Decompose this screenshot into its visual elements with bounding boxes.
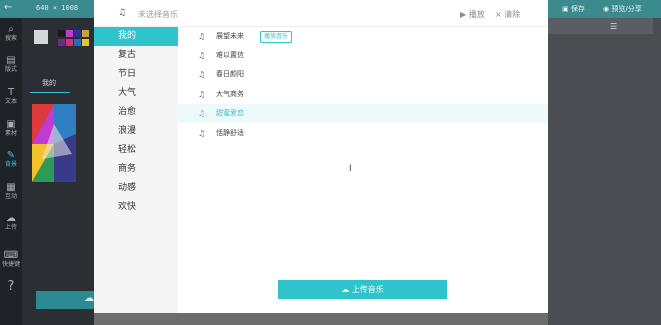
image-icon: ▣ [6, 119, 16, 130]
template-icon: ▤ [6, 55, 16, 66]
music-note-icon: ♫ [118, 8, 127, 18]
clear-button[interactable]: × 清除 [495, 9, 520, 20]
cloud-icon: ☁ [6, 213, 16, 224]
color-swatch[interactable] [74, 30, 81, 37]
play-icon: ▶ [460, 10, 469, 19]
sidebar-item-assets[interactable]: ▣ 素材 [0, 119, 22, 137]
category-item-healing[interactable]: 治愈 [94, 103, 178, 122]
music-note-icon: ♫ [198, 32, 206, 41]
save-button[interactable]: ▣ 保存 [562, 3, 585, 15]
canvas-size: 640 × 1008 [36, 4, 79, 12]
left-toolbar: ⌕ 搜索 ▤ 版式 T 文本 ▣ 素材 ✎ 背景 ▦ 互动 ☁ 上传 ⌨ 快捷键 [0, 18, 22, 325]
tab-underline [30, 92, 70, 93]
song-title: 大气商务 [216, 90, 244, 98]
save-label: 保存 [570, 5, 585, 13]
search-icon: ⌕ [8, 24, 14, 35]
properties-header [548, 18, 653, 34]
clear-label: 清除 [504, 10, 521, 19]
song-item-hovered[interactable]: ♫ 甜蜜爱恋 [178, 104, 548, 123]
close-icon: × [495, 10, 505, 19]
background-icon: ✎ [6, 150, 16, 161]
cloud-upload-icon: ☁ [84, 293, 94, 304]
color-swatch[interactable] [58, 30, 65, 37]
song-item[interactable]: ♫ 春日颜阳 [178, 65, 548, 84]
song-title: 春日颜阳 [216, 70, 244, 78]
song-title: 甜蜜爱恋 [216, 109, 244, 117]
music-dialog: ♫ 未选择音乐 ▶ 播放 × 清除 我的 复古 节日 大气 治愈 浪漫 轻松 商… [94, 0, 548, 313]
grid-icon: ▦ [6, 182, 16, 193]
color-swatch[interactable] [58, 39, 65, 46]
song-item[interactable]: ♫ 恬静舒适 [178, 124, 548, 143]
color-swatch[interactable] [66, 30, 73, 37]
sidebar-item-label: 上传 [4, 224, 17, 231]
category-item-cheerful[interactable]: 欢快 [94, 198, 178, 217]
list-icon[interactable]: ☰ [610, 22, 617, 31]
color-swatch[interactable] [82, 39, 89, 46]
music-note-icon: ♫ [198, 51, 206, 60]
song-item[interactable]: ♫ 展望未来 播放音乐 [178, 27, 548, 46]
playing-badge: 播放音乐 [260, 31, 293, 43]
category-item-dynamic[interactable]: 动感 [94, 179, 178, 198]
song-title: 恬静舒适 [216, 129, 244, 137]
music-note-icon: ♫ [198, 90, 206, 99]
preview-label: 预览/分享 [611, 5, 642, 13]
color-swatch[interactable] [66, 39, 73, 46]
upload-music-button[interactable]: ☁ 上传音乐 [278, 280, 447, 299]
song-item[interactable]: ♫ 大气商务 [178, 85, 548, 104]
color-swatch[interactable] [34, 30, 48, 44]
back-arrow-icon[interactable]: ← [4, 2, 12, 13]
category-item-relaxed[interactable]: 轻松 [94, 141, 178, 160]
properties-panel: ☰ [548, 18, 661, 325]
text-icon: T [7, 87, 15, 98]
category-list: 我的 复古 节日 大气 治愈 浪漫 轻松 商务 动感 欢快 [94, 27, 178, 313]
sidebar-item-search[interactable]: ⌕ 搜索 [0, 24, 22, 42]
sidebar-item-label: 版式 [4, 66, 17, 73]
music-note-icon: ♫ [198, 109, 206, 118]
song-item[interactable]: ♫ 难以置信 [178, 46, 548, 65]
help-button[interactable]: ? [0, 280, 22, 294]
sidebar-item-shortcuts[interactable]: ⌨ 快捷键 [0, 250, 22, 268]
song-title: 展望未来 [216, 32, 244, 40]
sidebar-item-text[interactable]: T 文本 [0, 87, 22, 105]
category-item-business[interactable]: 商务 [94, 160, 178, 179]
sidebar-item-background[interactable]: ✎ 背景 [0, 150, 22, 168]
text-cursor-icon: Ⅰ [349, 164, 352, 174]
category-item-romantic[interactable]: 浪漫 [94, 122, 178, 141]
color-swatch[interactable] [82, 30, 89, 37]
sidebar-item-label: 背景 [4, 161, 17, 168]
current-song: 未选择音乐 [138, 10, 178, 19]
upload-music-label: 上传音乐 [351, 285, 384, 294]
category-item-grand[interactable]: 大气 [94, 84, 178, 103]
music-note-icon: ♫ [198, 129, 206, 138]
sidebar-item-interact[interactable]: ▦ 互动 [0, 182, 22, 200]
save-icon: ▣ [562, 5, 571, 13]
sidebar-item-layout[interactable]: ▤ 版式 [0, 55, 22, 73]
sidebar-item-label: 搜索 [4, 35, 17, 42]
sidebar-item-upload[interactable]: ☁ 上传 [0, 213, 22, 231]
category-item-mine[interactable]: 我的 [94, 27, 178, 46]
category-item-retro[interactable]: 复古 [94, 46, 178, 65]
music-dialog-header: ♫ 未选择音乐 ▶ 播放 × 清除 [94, 0, 548, 27]
sidebar-item-label: 互动 [4, 193, 17, 200]
preview-share-button[interactable]: ◉ 预览/分享 [603, 3, 642, 15]
music-note-icon: ♫ [198, 70, 206, 79]
play-button[interactable]: ▶ 播放 [460, 9, 485, 20]
sidebar-item-label: 快捷键 [1, 261, 20, 268]
color-swatch[interactable] [74, 39, 81, 46]
sidebar-item-label: 素材 [4, 130, 17, 137]
help-icon: ? [7, 279, 15, 294]
song-title: 难以置信 [216, 51, 244, 59]
cloud-upload-icon: ☁ [341, 285, 352, 294]
background-panel: 我的 ☁ [22, 18, 116, 325]
background-thumbnail[interactable] [32, 104, 76, 182]
play-label: 播放 [468, 10, 485, 19]
sidebar-item-label: 文本 [4, 98, 17, 105]
keyboard-icon: ⌨ [3, 250, 19, 261]
category-item-festival[interactable]: 节日 [94, 65, 178, 84]
tab-mine[interactable]: 我的 [32, 78, 66, 88]
